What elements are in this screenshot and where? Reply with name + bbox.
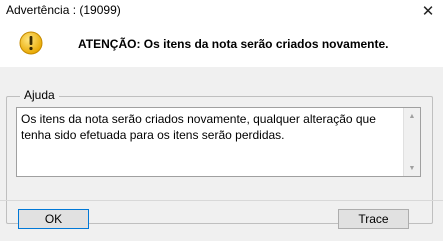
dialog-header: ATENÇÃO: Os itens da nota serão criados … [0,22,443,67]
dialog-body: Ajuda Os itens da nota serão criados nov… [0,67,443,241]
help-legend: Ajuda [20,88,59,102]
footer-separator [0,200,443,201]
title-bar: Advertência : (19099) ✕ [0,0,443,22]
trace-button[interactable]: Trace [338,209,409,229]
ok-button[interactable]: OK [18,209,89,229]
scroll-down-icon[interactable]: ▼ [404,160,420,176]
help-textbox[interactable]: Os itens da nota serão criados novamente… [16,107,421,177]
dialog-window: Advertência : (19099) ✕ ATENÇÃO: Os iten… [0,0,443,241]
window-title: Advertência : (19099) [6,3,121,17]
scroll-up-icon[interactable]: ▲ [404,108,420,124]
warning-message: ATENÇÃO: Os itens da nota serão criados … [78,37,389,51]
help-text: Os itens da nota serão criados novamente… [21,112,376,142]
warning-icon [19,31,43,55]
help-scrollbar[interactable]: ▲ ▼ [403,108,420,176]
close-button[interactable]: ✕ [413,0,443,22]
